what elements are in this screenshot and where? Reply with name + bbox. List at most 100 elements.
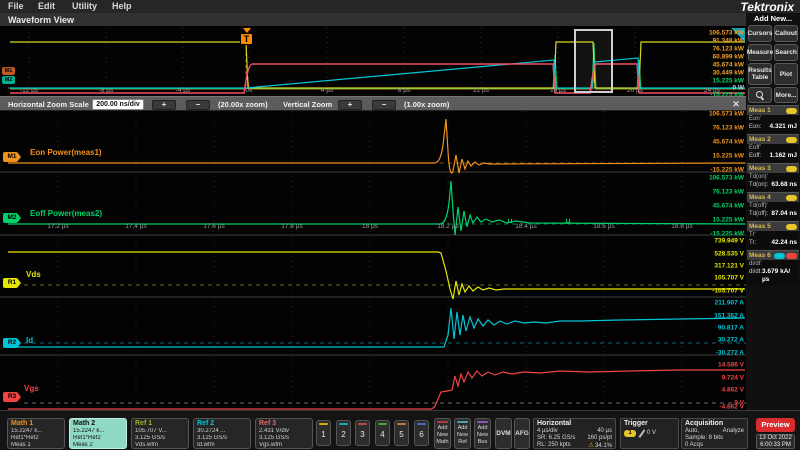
measurement-item[interactable]: Meas 6di/dt'di/dt:3.679 kA/µs [747,250,799,286]
measurement-sub-label: Tr' [749,232,797,239]
menu-bar: Tektronix FileEditUtilityHelp [0,0,800,13]
measurement-source-badges [773,253,797,259]
measurement-item[interactable]: Meas 1Eon'Eon:4.321 mJ [747,105,799,133]
trigger-source-badge: 1 [624,430,636,437]
menu-item-file[interactable]: File [8,1,24,11]
add-new-label: Add New... [746,14,800,23]
dvm-button[interactable]: DVM [495,418,512,449]
measurement-item[interactable]: Meas 4Td(off)'Td(off):87.04 ns [747,192,799,220]
vzoom-factor-label: (1.00x zoom) [404,100,449,109]
menu-item-edit[interactable]: Edit [38,1,55,11]
scale-label-vgs: 4.862 V [722,387,744,394]
hzoom-plus-button[interactable]: + [152,100,176,110]
trigger-flag-icon[interactable]: T [240,33,253,45]
sidebar-button-measure[interactable]: Measure [748,44,772,61]
waveform-settings-badge-math2[interactable]: Math 215.2247 k...Ref1*Ref2Meas 2 [69,418,127,449]
measurement-body: Eoff'Eoff:1.162 mJ [747,144,799,162]
channel-color-stripe [378,423,387,425]
scale-label-id: 151.362 A [714,313,744,320]
scale-label-eoff-power-meas2-: 45.674 kW [713,203,744,210]
acquisition-title: Acquisition [685,420,744,428]
scale-label-id: 211.907 A [715,300,744,307]
measurement-name: Meas 5 [749,223,771,230]
preview-button[interactable]: Preview [756,418,795,432]
add-new-line: Ref [455,439,470,445]
waveform-settings-badge-ref1[interactable]: Ref 1105.707 V...3.125 GS/sVds.wfm [131,418,189,449]
sidebar-button-search[interactable]: Search [774,44,798,61]
horizontal-panel[interactable]: Horizontal 4 µs/div40 µs SR: 6.25 GS/s16… [533,418,616,449]
close-zoom-icon[interactable]: ✕ [730,99,742,110]
sidebar-button-zoom[interactable] [748,87,772,103]
vzoom-minus-button[interactable]: − [372,100,396,110]
zoom-time-label: 18.8 µs [671,223,692,230]
zoom-time-label: 18.2 µs [437,223,458,230]
waveform-settings-badge-math1[interactable]: Math 115.2247 k...Ref1*Ref2Meas 1 [7,418,65,449]
hzoom-minus-button[interactable]: − [186,100,210,110]
channel-number: 2 [337,430,350,439]
waveform-label-m1: Eon Power(meas1) [30,148,102,157]
afg-button[interactable]: AFG [514,418,530,449]
sidebar-button-results-table[interactable]: Results Table [748,63,772,85]
measurement-item[interactable]: Meas 3Td(on)'Td(on):63.68 ns [747,163,799,191]
tab-waveform-view[interactable]: Waveform View [8,15,74,25]
menu-item-utility[interactable]: Utility [72,1,97,11]
badge-title: Ref 2 [197,420,247,428]
channel-button-3[interactable]: 3 [355,420,370,446]
channel-button-2[interactable]: 2 [336,420,351,446]
overview-time-label: -12 µs [20,87,38,94]
badge-row: 3.125 GS/s [197,435,247,442]
acquisition-panel[interactable]: Acquisition Auto,Analyze Sample: 8 bits … [681,418,748,449]
eoff-power-overview-trace [10,43,745,89]
add-new-ref-button[interactable]: AddNewRef [454,418,471,449]
badge-row: Ref1*Ref2 [73,435,123,442]
channel-button-4[interactable]: 4 [375,420,390,446]
zoom-time-label: 18 µs [362,223,378,230]
measurement-key: Tr: [749,239,756,247]
vzoom-plus-button[interactable]: + [338,100,362,110]
rising-edge-icon [638,430,645,437]
add-new-bus-button[interactable]: AddNewBus [474,418,491,449]
overview-time-label: -8 µs [99,87,114,94]
measurement-header: Meas 5 [747,221,799,231]
menu-item-help[interactable]: Help [112,1,132,11]
measurement-key: di/dt: [749,268,762,284]
zoom-toolbar: Horizontal Zoom Scale 200.00 ns/div + − … [0,96,746,111]
h-samplerate: SR: 6.25 GS/s [537,435,575,442]
waveform-settings-badge-ref3[interactable]: Ref 32.431 V/div3.125 GS/sVgs.wfm [255,418,313,449]
add-new-color-stripe [437,421,448,423]
channel-button-6[interactable]: 6 [414,420,429,446]
measurement-item[interactable]: Meas 5Tr'Tr:42.24 ns [747,221,799,249]
measurement-value-row: Eon:4.321 mJ [749,123,797,131]
sidebar-button-plot[interactable]: Plot [774,63,798,85]
bottom-bar: Horizontal 4 µs/div40 µs SR: 6.25 GS/s16… [0,410,800,450]
channel-button-1[interactable]: 1 [316,420,331,446]
channel-color-stripe [319,423,328,425]
measurement-header: Meas 2 [747,134,799,144]
zoom-time-label: 17.4 µs [125,223,146,230]
sidebar-button-more-[interactable]: More... [774,87,798,103]
badge-row: Vgs.wfm [259,442,309,449]
source-badge [786,195,797,201]
sidebar-button-callout[interactable]: Callout [774,25,798,42]
acq-sample: Sample: 8 bits [685,435,723,442]
zoom-box[interactable] [575,30,612,92]
overview-time-label: 12 µs [473,87,489,94]
badge-row: 2.431 V/div [259,428,309,435]
horizontal-zoom-scale-input[interactable]: 200.00 ns/div [92,99,144,110]
badge-title: Ref 3 [259,420,309,428]
measurement-value: 87.04 ns [771,210,797,218]
overview-m1-badge[interactable]: M1 [2,67,15,75]
scale-label-vds: 739.949 V [714,238,744,245]
sidebar-button-cursors[interactable]: Cursors [748,25,772,42]
waveform-settings-badge-ref2[interactable]: Ref 230.2724 ...3.125 GS/sId.wfm [193,418,251,449]
add-new-math-button[interactable]: AddNewMath [434,418,451,449]
overview-m2-badge[interactable]: M2 [2,76,15,84]
measurement-name: Meas 3 [749,165,771,172]
badge-row: 3.125 GS/s [135,435,185,442]
trigger-panel[interactable]: Trigger 1 0 V [620,418,679,449]
measurement-value-row: Td(on):63.68 ns [749,181,797,189]
measurement-value: 1.162 mJ [770,152,797,160]
channel-button-5[interactable]: 5 [394,420,409,446]
add-new-line: Add [475,425,490,431]
measurement-item[interactable]: Meas 2Eoff'Eoff:1.162 mJ [747,134,799,162]
